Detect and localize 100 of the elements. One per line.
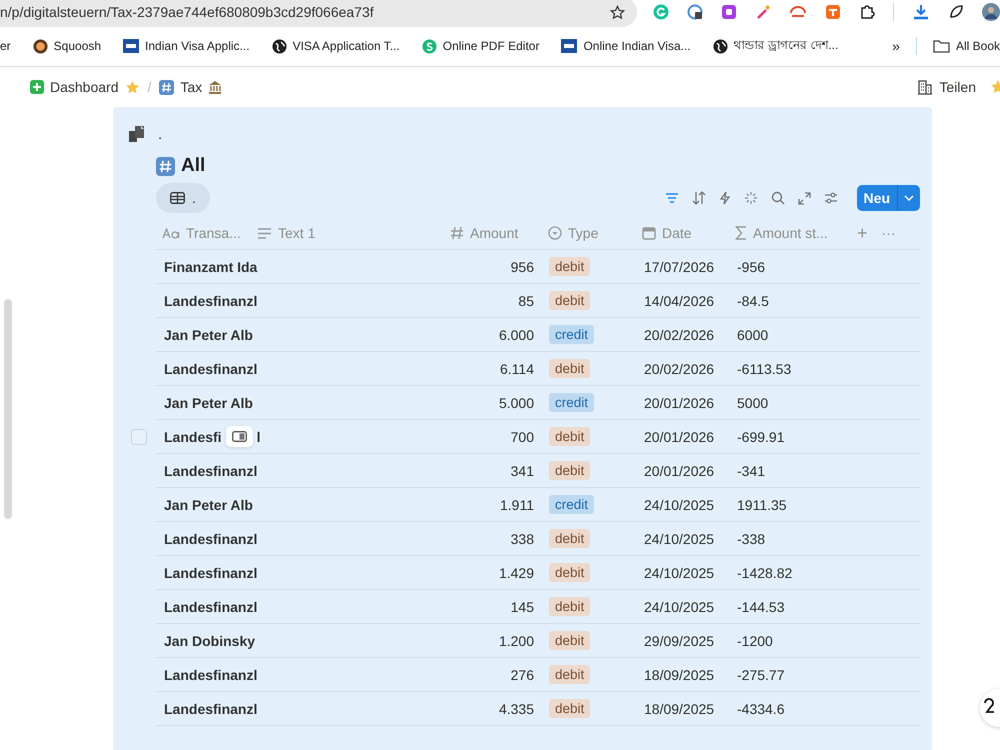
date-cell: 24/10/2025 bbox=[644, 496, 714, 512]
type-tag: credit bbox=[549, 393, 594, 412]
open-button[interactable] bbox=[226, 426, 253, 447]
bookmark[interactable]: Online PDF Editor bbox=[422, 38, 540, 54]
bookmark[interactable]: er bbox=[0, 39, 11, 53]
table-row[interactable]: Jan Peter Alb 5.000 credit 20/01/2026 5000 bbox=[156, 386, 920, 420]
type-tag: credit bbox=[549, 495, 594, 514]
date-cell: 17/07/2026 bbox=[644, 258, 714, 274]
table-row[interactable]: Landesfi l 700 debit 20/01/2026 -699.91 bbox=[156, 420, 920, 454]
color-picker-icon[interactable] bbox=[755, 4, 771, 20]
date-cell: 18/09/2025 bbox=[644, 700, 714, 716]
bookmark[interactable]: VISA Application T... bbox=[272, 38, 400, 54]
table-row[interactable]: Landesfinanzl 85 debit 14/04/2026 -84.5 bbox=[156, 284, 920, 318]
type-tag: debit bbox=[549, 257, 590, 276]
title-cell[interactable]: Landesfi bbox=[164, 428, 222, 444]
amount-cell: 4.335 bbox=[498, 700, 534, 716]
table-row[interactable]: Landesfinanzl 4.335 debit 18/09/2025 -4334.6 bbox=[156, 692, 920, 726]
type-tag: debit bbox=[549, 631, 590, 650]
type-tag: debit bbox=[549, 427, 590, 446]
amount-cell: 1.911 bbox=[500, 496, 534, 512]
address-bar[interactable]: n/p/digitalsteuern/Tax-2379ae744ef680809b3cd29f066ea73f bbox=[0, 0, 637, 27]
table-row[interactable]: Landesfinanzl 338 debit 24/10/2025 -338 bbox=[156, 522, 920, 556]
star-icon bbox=[124, 80, 140, 94]
date-cell: 24/10/2025 bbox=[644, 530, 714, 546]
new-dropdown-button[interactable] bbox=[898, 185, 920, 211]
title-cell[interactable]: Landesfinanzl bbox=[164, 666, 258, 682]
side-panel-icon bbox=[232, 431, 247, 442]
title-cell[interactable]: Jan Peter Alb bbox=[164, 326, 253, 342]
title-cell[interactable]: Landesfinanzl bbox=[164, 598, 258, 614]
folder-icon bbox=[932, 39, 950, 53]
extension-icon[interactable] bbox=[687, 4, 703, 20]
title-cell[interactable]: Jan Peter Alb bbox=[164, 496, 253, 512]
title-cell[interactable]: l bbox=[256, 428, 260, 444]
expand-icon[interactable] bbox=[798, 192, 811, 204]
amount-cell: 6.000 bbox=[498, 326, 534, 342]
amount-cell: 5.000 bbox=[498, 394, 534, 410]
search-icon[interactable] bbox=[770, 191, 785, 205]
hash-icon bbox=[450, 226, 464, 240]
type-tag: debit bbox=[549, 563, 590, 582]
title-cell[interactable]: Landesfinanzl bbox=[164, 530, 258, 546]
table-row[interactable]: Landesfinanzl 276 debit 18/09/2025 -275.77 bbox=[156, 658, 920, 692]
page-title: . bbox=[158, 126, 162, 142]
row-checkbox[interactable] bbox=[131, 428, 147, 444]
more-bookmarks[interactable]: » bbox=[892, 38, 900, 54]
amount-cell: 1.429 bbox=[498, 564, 534, 580]
new-button[interactable]: Neu bbox=[856, 185, 898, 211]
bookmark-folder[interactable]: All Book bbox=[932, 39, 1000, 53]
view-tab[interactable]: . bbox=[156, 183, 210, 213]
table-row[interactable]: Jan Peter Alb 1.911 credit 24/10/2025 1911.35 bbox=[156, 488, 920, 522]
puzzle-icon[interactable] bbox=[859, 4, 875, 20]
table-row[interactable]: Jan Dobinsky 1.200 debit 29/09/2025 -1200 bbox=[156, 624, 920, 658]
caret-icon bbox=[904, 195, 914, 201]
avatar-icon[interactable] bbox=[982, 3, 1000, 21]
table-row[interactable]: Landesfinanzl 6.114 debit 20/02/2026 -6113.53 bbox=[156, 352, 920, 386]
pages-icon bbox=[128, 125, 146, 143]
table-row[interactable]: Landesfinanzl 341 debit 20/01/2026 -341 bbox=[156, 454, 920, 488]
table-row[interactable]: Landesfinanzl 145 debit 24/10/2025 -144.53 bbox=[156, 590, 920, 624]
title-cell[interactable]: Jan Peter Alb bbox=[164, 394, 253, 410]
title-cell[interactable]: Finanzamt Ida bbox=[164, 258, 258, 274]
title-cell[interactable]: Landesfinanzl bbox=[164, 462, 258, 478]
leaf-icon[interactable] bbox=[948, 4, 964, 20]
bookmark[interactable]: Online Indian Visa... bbox=[561, 39, 691, 53]
lightning-icon[interactable] bbox=[718, 191, 731, 205]
bookmark[interactable]: থান্ডার ড্রাগনের দেশ... bbox=[712, 36, 838, 56]
hash-icon bbox=[156, 156, 175, 176]
amount-cell: -699.91 bbox=[737, 428, 784, 444]
table-row[interactable]: Jan Peter Alb 6.000 credit 20/02/2026 6000 bbox=[156, 318, 920, 352]
title-cell[interactable]: Landesfinanzl bbox=[164, 564, 258, 580]
globe-icon bbox=[712, 38, 728, 54]
table-row[interactable]: Landesfinanzl 1.429 debit 24/10/2025 -1428.82 bbox=[156, 556, 920, 590]
date-cell: 20/01/2026 bbox=[644, 428, 714, 444]
bookmark-star-icon[interactable] bbox=[610, 4, 625, 20]
title-cell[interactable]: Landesfinanzl bbox=[164, 292, 258, 308]
bookmark[interactable]: Indian Visa Applic... bbox=[123, 39, 250, 53]
title-cell[interactable]: Jan Dobinsky bbox=[164, 632, 256, 648]
title-cell[interactable]: Landesfinanzl bbox=[164, 360, 258, 376]
filter-icon[interactable] bbox=[664, 191, 679, 205]
lines-icon bbox=[257, 228, 272, 238]
type-tag: debit bbox=[549, 529, 590, 548]
scrollbar[interactable] bbox=[4, 299, 12, 519]
breadcrumb[interactable]: Tax bbox=[159, 79, 222, 95]
settings-icon[interactable] bbox=[824, 191, 838, 205]
breadcrumb[interactable]: Dashboard bbox=[30, 79, 140, 95]
amount-cell: 5000 bbox=[737, 394, 768, 410]
sort-icon[interactable] bbox=[692, 191, 706, 205]
square-logo-icon bbox=[123, 39, 140, 53]
amount-cell: 276 bbox=[510, 666, 534, 682]
download-icon[interactable] bbox=[912, 3, 930, 21]
bookmark[interactable]: Squoosh bbox=[32, 38, 102, 54]
dropdown-circle-icon bbox=[548, 226, 562, 240]
amount-cell: -1200 bbox=[737, 632, 773, 648]
text-type-icon bbox=[162, 228, 180, 238]
amount-cell: -956 bbox=[737, 258, 766, 274]
share-button[interactable]: Teilen bbox=[917, 79, 976, 95]
sparkle-icon[interactable] bbox=[744, 191, 758, 205]
circle-logo-icon bbox=[32, 38, 48, 54]
table-row[interactable]: Finanzamt Ida 956 debit 17/07/2026 -956 bbox=[156, 250, 920, 284]
title-cell[interactable]: Landesfinanzl bbox=[164, 700, 258, 716]
extension-icon[interactable] bbox=[721, 4, 737, 20]
s-logo-icon bbox=[422, 38, 437, 54]
